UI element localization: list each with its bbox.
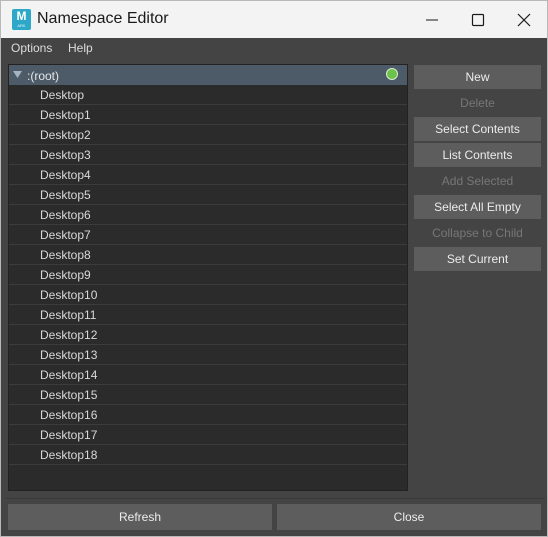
- namespace-list-item[interactable]: Desktop7: [9, 225, 407, 245]
- minimize-icon: [426, 19, 438, 21]
- maya-app-icon: M ARK: [12, 9, 31, 30]
- namespace-tree[interactable]: :(root) Desktop Desktop1 Desktop2 Desktop3 D…: [8, 64, 408, 491]
- new-button[interactable]: New: [414, 65, 541, 89]
- maximize-icon: [471, 13, 485, 27]
- refresh-button[interactable]: Refresh: [8, 504, 272, 530]
- window-title: Namespace Editor: [37, 10, 169, 27]
- menu-help[interactable]: Help: [68, 41, 93, 55]
- namespace-list-item[interactable]: Desktop: [9, 85, 407, 105]
- namespace-list-item[interactable]: Desktop6: [9, 205, 407, 225]
- delete-button: Delete: [414, 91, 541, 115]
- close-button[interactable]: Close: [277, 504, 541, 530]
- list-contents-button[interactable]: List Contents: [414, 143, 541, 167]
- namespace-list-item[interactable]: Desktop11: [9, 305, 407, 325]
- namespace-list-item[interactable]: Desktop5: [9, 185, 407, 205]
- title-bar[interactable]: M ARK Namespace Editor: [0, 0, 548, 38]
- namespace-item-label: Desktop: [40, 88, 85, 102]
- namespace-item-label: Desktop10: [40, 288, 98, 302]
- namespace-item-label: Desktop2: [40, 128, 91, 142]
- namespace-list-item[interactable]: Desktop3: [9, 145, 407, 165]
- namespace-item-label: Desktop12: [40, 328, 98, 342]
- menu-options[interactable]: Options: [11, 41, 52, 55]
- namespace-item-label: Desktop13: [40, 348, 98, 362]
- namespace-list-item[interactable]: Desktop9: [9, 265, 407, 285]
- namespace-list-item[interactable]: Desktop12: [9, 325, 407, 345]
- select-contents-button[interactable]: Select Contents: [414, 117, 541, 141]
- namespace-list-item[interactable]: Desktop15: [9, 385, 407, 405]
- namespace-list-item[interactable]: Desktop4: [9, 165, 407, 185]
- namespace-item-label: Desktop7: [40, 228, 91, 242]
- namespace-item-label: Desktop15: [40, 388, 98, 402]
- namespace-list-item[interactable]: Desktop8: [9, 245, 407, 265]
- menu-bar: Options Help: [0, 38, 548, 58]
- namespace-item-label: Desktop17: [40, 428, 98, 442]
- namespace-item-label: Desktop3: [40, 148, 91, 162]
- namespace-list-item[interactable]: Desktop1: [9, 105, 407, 125]
- namespace-list-item[interactable]: Desktop10: [9, 285, 407, 305]
- namespace-list-item[interactable]: Desktop17: [9, 425, 407, 445]
- namespace-item-label: Desktop18: [40, 448, 98, 462]
- maximize-button[interactable]: [455, 1, 501, 39]
- namespace-item-label: Desktop16: [40, 408, 98, 422]
- namespace-item-label: Desktop8: [40, 248, 91, 262]
- namespace-item-label: Desktop14: [40, 368, 98, 382]
- close-window-button[interactable]: [501, 1, 547, 39]
- tree-root-label: :(root): [27, 69, 60, 83]
- namespace-item-label: Desktop5: [40, 188, 91, 202]
- namespace-list-item[interactable]: Desktop14: [9, 365, 407, 385]
- namespace-list-item[interactable]: Desktop13: [9, 345, 407, 365]
- tree-root-row[interactable]: :(root): [9, 65, 407, 85]
- minimize-button[interactable]: [409, 1, 455, 39]
- namespace-item-label: Desktop6: [40, 208, 91, 222]
- collapse-to-child-button: Collapse to Child: [414, 221, 541, 245]
- select-all-empty-button[interactable]: Select All Empty: [414, 195, 541, 219]
- expand-arrow-icon[interactable]: [13, 71, 22, 78]
- close-icon: [517, 13, 531, 27]
- namespace-item-label: Desktop1: [40, 108, 91, 122]
- namespace-item-label: Desktop9: [40, 268, 91, 282]
- editor-body: :(root) Desktop Desktop1 Desktop2 Desktop3 D…: [0, 58, 548, 537]
- namespace-list-item[interactable]: Desktop16: [9, 405, 407, 425]
- divider: [5, 498, 545, 499]
- add-selected-button: Add Selected: [414, 169, 541, 193]
- namespace-list-item[interactable]: Desktop2: [9, 125, 407, 145]
- set-current-button[interactable]: Set Current: [414, 247, 541, 271]
- namespace-list-item[interactable]: Desktop18: [9, 445, 407, 465]
- current-namespace-indicator-icon: [386, 68, 398, 80]
- namespace-item-label: Desktop4: [40, 168, 91, 182]
- namespace-item-label: Desktop11: [40, 308, 97, 322]
